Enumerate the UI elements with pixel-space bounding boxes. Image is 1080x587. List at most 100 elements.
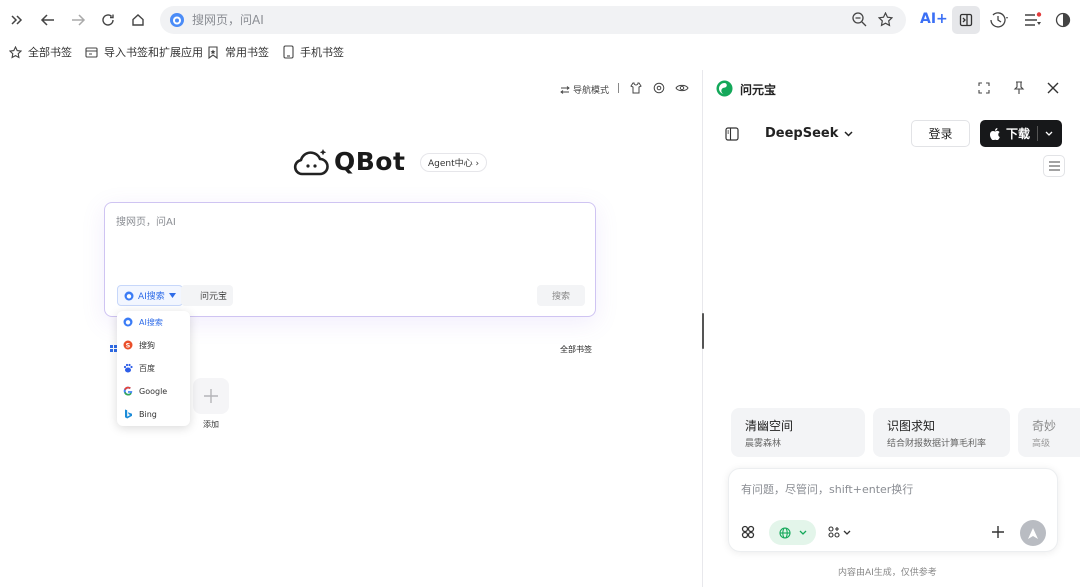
apple-icon (990, 127, 1000, 140)
yuanbao-icon (187, 291, 192, 300)
chat-input-box (728, 468, 1058, 552)
settings-gear-icon[interactable] (653, 82, 665, 94)
zoom-icon[interactable] (852, 12, 867, 27)
nav-mode-toggle[interactable]: 导航模式 (560, 83, 609, 96)
plus-icon (204, 389, 218, 403)
history-icon[interactable] (988, 11, 1010, 29)
split-resize-handle[interactable] (702, 313, 704, 349)
bing-icon (125, 409, 132, 419)
chevron-down-icon (799, 530, 806, 535)
login-button[interactable]: 登录 (911, 120, 970, 147)
agent-center-button[interactable]: Agent中心 › (420, 153, 488, 172)
bookmark-mobile[interactable]: 手机书签 (283, 43, 344, 61)
yuanbao-logo-icon (716, 80, 733, 97)
phone-icon (283, 45, 294, 59)
favorite-star-icon[interactable] (878, 12, 893, 27)
add-shortcut-label: 添加 (203, 420, 219, 429)
back-arrow-icon[interactable] (37, 9, 59, 31)
import-icon (85, 46, 98, 58)
reload-icon[interactable] (97, 9, 119, 31)
address-input[interactable] (192, 10, 832, 30)
engine-selected-label: AI搜索 (138, 292, 165, 302)
yuanbao-chip-label: 问元宝 (200, 292, 228, 302)
suggestion-title: 清幽空间 (745, 419, 794, 433)
send-arrow-icon (1028, 527, 1038, 539)
split-view-button[interactable] (952, 6, 980, 34)
bookmark-label: 导入书签和扩展应用 (104, 46, 203, 59)
tools-icon[interactable] (740, 524, 756, 540)
engine-option-bing[interactable]: Bing (123, 406, 157, 422)
chevron-down-icon (844, 130, 853, 137)
qbot-logo-text: QBot (334, 147, 406, 176)
browser-toolbar: AI+ (0, 0, 1080, 40)
qbot-search-icon (169, 12, 185, 28)
baidu-icon (123, 363, 133, 373)
sidebar-toggle-icon[interactable] (6, 9, 28, 31)
nav-mode-label: 导航模式 (573, 86, 610, 96)
skin-icon[interactable] (630, 82, 642, 94)
ai-search-icon (124, 291, 134, 300)
search-button[interactable]: 搜索 (537, 285, 585, 306)
ai-plus-button[interactable]: AI+ (920, 11, 948, 27)
assistant-title: 问元宝 (740, 83, 777, 97)
model-selector[interactable]: DeepSeek (765, 126, 853, 141)
globe-icon (778, 526, 791, 539)
engine-selector[interactable]: AI搜索 (117, 285, 183, 306)
engine-option-label: 搜狗 (139, 340, 155, 350)
sidebar-panel-icon[interactable] (724, 126, 740, 142)
suggestion-card[interactable]: 奇妙 高级 (1018, 408, 1080, 457)
suggestion-card[interactable]: 识图求知 结合财报数据计算毛利率 (873, 408, 1010, 457)
download-label: 下载 (1006, 127, 1031, 141)
web-search-toggle[interactable] (769, 520, 816, 545)
engine-option-sogou[interactable]: S 搜狗 (123, 337, 155, 353)
all-bookmarks-link[interactable]: 全部书签 (560, 344, 592, 355)
fullscreen-icon[interactable] (976, 80, 992, 96)
suggestion-card[interactable]: 清幽空间 晨雾森林 (731, 408, 865, 457)
theme-toggle-icon[interactable] (1055, 12, 1071, 28)
more-tools-button[interactable] (828, 526, 851, 538)
chevron-down-icon (1045, 131, 1053, 136)
sogou-icon: S (123, 340, 133, 350)
bookmark-label: 常用书签 (225, 46, 269, 59)
eye-icon[interactable] (675, 83, 689, 93)
bookmark-icon (208, 45, 218, 59)
dropdown-caret-icon (168, 293, 176, 298)
pin-icon[interactable] (1011, 80, 1027, 96)
menu-list-icon[interactable] (1024, 12, 1042, 28)
history-list-button[interactable] (1043, 155, 1065, 177)
forward-arrow-icon[interactable] (67, 9, 89, 31)
engine-option-baidu[interactable]: 百度 (123, 360, 155, 376)
bookmark-label: 全部书签 (28, 46, 72, 59)
hamburger-icon (1048, 161, 1060, 171)
main-search-input[interactable] (116, 213, 586, 273)
close-icon[interactable] (1045, 80, 1061, 96)
apps-icon (828, 526, 840, 538)
bookmark-common[interactable]: 常用书签 (207, 43, 269, 61)
chat-input[interactable] (741, 481, 1041, 505)
suggestion-subtitle: 高级 (1032, 439, 1051, 449)
add-shortcut-button[interactable] (193, 378, 229, 414)
split-view-icon (959, 13, 973, 27)
download-button[interactable]: 下载 (980, 120, 1062, 147)
bookmarks-bar: 全部书签 导入书签和扩展应用 常用书签 手机书签 (0, 40, 1080, 64)
bookmark-import[interactable]: 导入书签和扩展应用 (85, 43, 203, 61)
ai-search-icon (123, 317, 133, 327)
divider (618, 83, 619, 93)
yuanbao-chip[interactable]: 问元宝 (181, 285, 234, 306)
engine-option-google[interactable]: Google (123, 383, 167, 399)
engine-option-ai[interactable]: AI搜索 (123, 314, 163, 330)
star-icon (9, 45, 22, 59)
attach-plus-icon[interactable] (990, 524, 1006, 540)
swap-icon (560, 85, 570, 94)
chevron-down-icon (843, 530, 851, 535)
address-bar[interactable] (160, 6, 906, 34)
main-search-box: AI搜索 问元宝 搜索 (104, 202, 596, 317)
send-button[interactable] (1020, 520, 1046, 546)
engine-option-label: Bing (139, 409, 157, 419)
model-name: DeepSeek (765, 126, 839, 141)
engine-option-label: AI搜索 (139, 317, 163, 327)
bookmark-all[interactable]: 全部书签 (9, 43, 72, 61)
home-icon[interactable] (127, 9, 149, 31)
suggestion-title: 奇妙 (1032, 419, 1057, 433)
engine-option-label: 百度 (139, 363, 155, 373)
